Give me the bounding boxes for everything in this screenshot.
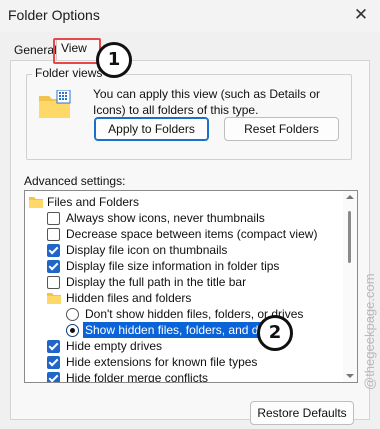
step-badge-2: 2 bbox=[257, 315, 293, 351]
view-tab-highlight bbox=[53, 38, 101, 64]
scroll-thumb[interactable] bbox=[348, 211, 351, 263]
option-display-file-size[interactable]: Display file size information in folder … bbox=[25, 258, 343, 274]
apply-to-folders-button[interactable]: Apply to Folders bbox=[94, 117, 209, 141]
option-label: Hide extensions for known file types bbox=[66, 355, 258, 369]
checkbox[interactable] bbox=[47, 356, 60, 369]
folder-grid-icon bbox=[38, 89, 72, 123]
radio-button[interactable] bbox=[66, 308, 79, 321]
checkbox[interactable] bbox=[47, 228, 60, 241]
tree-folder-files-and-folders: Files and Folders bbox=[25, 194, 343, 210]
option-label: Display file size information in folder … bbox=[66, 259, 280, 273]
restore-defaults-button[interactable]: Restore Defaults bbox=[250, 401, 354, 425]
close-button[interactable]: ✕ bbox=[348, 4, 374, 26]
step-badge-1: 1 bbox=[96, 42, 132, 78]
watermark: @thegeekpage.com bbox=[358, 240, 378, 390]
checkbox[interactable] bbox=[47, 212, 60, 225]
option-show-hidden[interactable]: Show hidden files, folders, and drives bbox=[25, 322, 343, 338]
checkbox[interactable] bbox=[47, 276, 60, 289]
option-decrease-space[interactable]: Decrease space between items (compact vi… bbox=[25, 226, 343, 242]
title-bar: Folder Options ✕ bbox=[0, 0, 380, 32]
vertical-scrollbar[interactable] bbox=[343, 191, 357, 382]
checkbox[interactable] bbox=[47, 340, 60, 353]
reset-folders-button[interactable]: Reset Folders bbox=[224, 117, 339, 141]
option-always-show-icons[interactable]: Always show icons, never thumbnails bbox=[25, 210, 343, 226]
tree-folder-hidden-files: Hidden files and folders bbox=[25, 290, 343, 306]
option-label: Show hidden files, folders, and drives bbox=[85, 323, 284, 337]
advanced-settings-tree[interactable]: Files and Folders Always show icons, nev… bbox=[24, 190, 358, 383]
option-label: Decrease space between items (compact vi… bbox=[66, 227, 318, 241]
option-label: Hide empty drives bbox=[66, 339, 163, 353]
option-display-full-path[interactable]: Display the full path in the title bar bbox=[25, 274, 343, 290]
folder-views-description: You can apply this view (such as Details… bbox=[93, 87, 321, 117]
tree-item-label: Files and Folders bbox=[47, 195, 140, 209]
option-label: Display file icon on thumbnails bbox=[66, 243, 228, 257]
scroll-up-arrow-icon[interactable] bbox=[346, 195, 354, 199]
option-dont-show-hidden[interactable]: Don't show hidden files, folders, or dri… bbox=[25, 306, 343, 322]
checkbox[interactable] bbox=[47, 372, 60, 382]
option-display-file-icon[interactable]: Display file icon on thumbnails bbox=[25, 242, 343, 258]
option-hide-extensions[interactable]: Hide extensions for known file types bbox=[25, 354, 343, 370]
scroll-down-arrow-icon[interactable] bbox=[346, 374, 354, 378]
window-title: Folder Options bbox=[8, 7, 100, 23]
option-label: Hide folder merge conflicts bbox=[66, 371, 209, 383]
folder-views-label: Folder views bbox=[32, 66, 106, 80]
advanced-settings-label: Advanced settings: bbox=[24, 174, 126, 188]
checkbox[interactable] bbox=[47, 244, 60, 257]
option-hide-merge-conflicts[interactable]: Hide folder merge conflicts bbox=[25, 370, 343, 383]
option-hide-empty-drives[interactable]: Hide empty drives bbox=[25, 338, 343, 354]
radio-button[interactable] bbox=[66, 324, 79, 337]
tree-item-label: Hidden files and folders bbox=[66, 291, 192, 305]
watermark-text: @thegeekpage.com bbox=[362, 273, 377, 390]
option-label: Always show icons, never thumbnails bbox=[66, 211, 265, 225]
checkbox[interactable] bbox=[47, 260, 60, 273]
option-label: Display the full path in the title bar bbox=[66, 275, 247, 289]
